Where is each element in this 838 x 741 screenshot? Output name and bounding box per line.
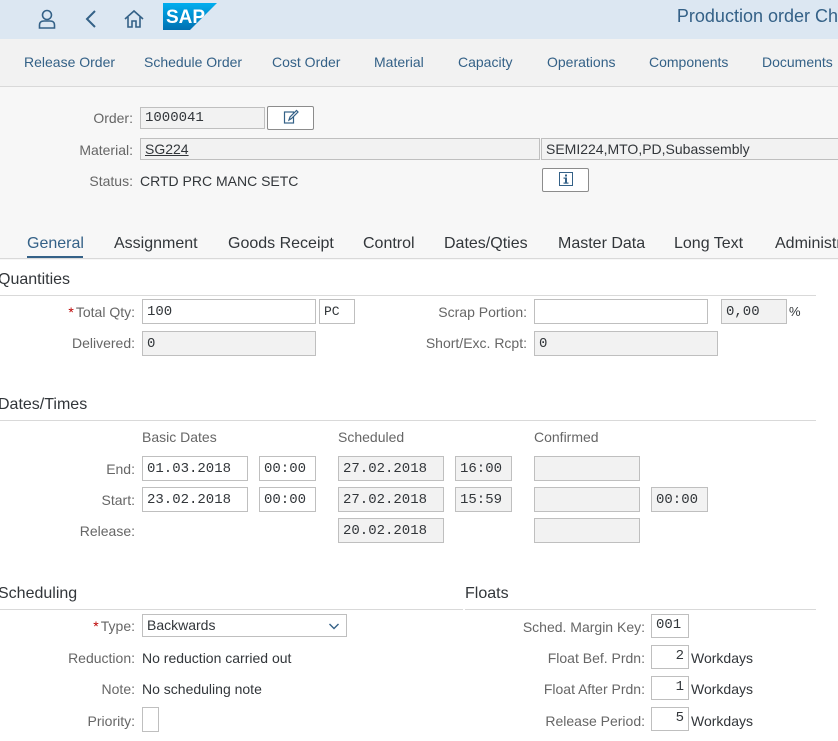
documents-button[interactable]: Documents (762, 54, 833, 70)
release-period-workdays-unit: Workdays (691, 713, 753, 729)
tab-bar-divider (0, 258, 838, 259)
float-bef-prdn-input[interactable]: 2 (651, 645, 689, 669)
start-scheduled-date-field: 27.02.2018 (338, 487, 444, 512)
scheduled-header: Scheduled (338, 429, 405, 445)
schedule-order-button[interactable]: Schedule Order (144, 54, 242, 70)
toolbar: Release Order Schedule Order Cost Order … (0, 39, 838, 87)
float-after-workdays-unit: Workdays (691, 681, 753, 697)
total-qty-input[interactable]: 100 (142, 299, 316, 324)
quantities-section-title: Quantities (0, 271, 71, 288)
sap-logo: SAP (163, 3, 217, 30)
scheduling-section-title: Scheduling (0, 585, 78, 602)
percent-sign: % (789, 304, 801, 319)
note-label: Note: (101, 681, 135, 697)
floats-divider (465, 609, 816, 610)
reduction-label: Reduction: (68, 650, 135, 666)
active-tab-indicator (27, 256, 83, 258)
basic-dates-header: Basic Dates (142, 429, 217, 445)
type-label: * Type: (93, 618, 135, 634)
status-label: Status: (89, 173, 133, 189)
edit-order-button[interactable] (267, 106, 314, 130)
tab-general[interactable]: General (27, 235, 84, 253)
order-field[interactable]: 1000041 (140, 107, 265, 129)
components-button[interactable]: Components (649, 54, 728, 70)
release-period-input[interactable]: 5 (651, 707, 689, 731)
tab-administration[interactable]: Administr (775, 235, 838, 253)
confirmed-header: Confirmed (534, 429, 599, 445)
float-bef-prdn-label: Float Bef. Prdn: (547, 650, 645, 666)
float-bef-workdays-unit: Workdays (691, 650, 753, 666)
short-exc-rcpt-label: Short/Exc. Rcpt: (425, 335, 527, 351)
tab-goods-receipt[interactable]: Goods Receipt (228, 235, 334, 253)
start-scheduled-time-field: 15:59 (455, 487, 512, 512)
material-field[interactable]: SG224 (140, 138, 540, 160)
note-value: No scheduling note (142, 681, 262, 697)
material-label: Material: (79, 142, 133, 158)
release-scheduled-date-field: 20.02.2018 (338, 518, 444, 543)
user-icon[interactable] (34, 6, 60, 32)
back-icon[interactable] (78, 6, 104, 32)
priority-input[interactable] (142, 707, 159, 732)
short-exc-rcpt-field: 0 (534, 331, 718, 356)
scrap-portion-label: Scrap Portion: (438, 304, 527, 320)
cost-order-button[interactable]: Cost Order (272, 54, 340, 70)
scrap-portion-input[interactable] (534, 299, 708, 324)
dates-section-title: Dates/Times (0, 396, 88, 413)
operations-button[interactable]: Operations (547, 54, 615, 70)
release-label: Release: (79, 523, 135, 539)
status-value: CRTD PRC MANC SETC (140, 173, 299, 189)
tab-assignment[interactable]: Assignment (114, 235, 198, 253)
sched-margin-key-input[interactable]: 001 (651, 614, 689, 638)
status-info-button[interactable] (542, 168, 589, 192)
end-confirmed-field (534, 456, 640, 481)
capacity-button[interactable]: Capacity (458, 54, 512, 70)
material-description-field: SEMI224,MTO,PD,Subassembly (541, 138, 838, 160)
float-after-prdn-label: Float After Prdn: (543, 681, 645, 697)
dates-divider (0, 420, 816, 421)
scrap-percent-field: 0,00 (721, 299, 787, 324)
app-title: Production order Ch (676, 6, 838, 26)
home-icon[interactable] (121, 6, 147, 32)
scheduling-type-select[interactable]: Backwards (142, 614, 347, 637)
end-scheduled-date-field: 27.02.2018 (338, 456, 444, 481)
svg-text:SAP: SAP (166, 7, 205, 28)
scheduling-divider (0, 609, 463, 610)
material-button[interactable]: Material (374, 54, 424, 70)
quantities-divider (0, 295, 816, 296)
start-confirmed-time-field: 00:00 (651, 487, 708, 512)
release-period-label: Release Period: (545, 713, 645, 729)
start-basic-date-input[interactable]: 23.02.2018 (142, 487, 248, 512)
float-after-prdn-input[interactable]: 1 (651, 676, 689, 700)
priority-label: Priority: (87, 713, 135, 729)
order-label: Order: (93, 110, 133, 126)
delivered-label: Delivered: (71, 335, 135, 351)
start-label: Start: (101, 492, 135, 508)
end-basic-date-input[interactable]: 01.03.2018 (142, 456, 248, 481)
delivered-field: 0 (142, 331, 316, 356)
scheduling-type-value: Backwards (147, 617, 216, 633)
end-basic-time-input[interactable]: 00:00 (259, 456, 316, 481)
total-qty-label: * Total Qty: (68, 304, 135, 320)
tab-control[interactable]: Control (363, 235, 415, 253)
start-basic-time-input[interactable]: 00:00 (259, 487, 316, 512)
reduction-value: No reduction carried out (142, 650, 292, 666)
end-label: End: (106, 461, 135, 477)
edit-icon (283, 109, 299, 128)
tab-master-data[interactable]: Master Data (558, 235, 645, 253)
start-confirmed-field (534, 487, 640, 512)
end-scheduled-time-field: 16:00 (455, 456, 512, 481)
info-icon (558, 171, 573, 189)
floats-section-title: Floats (465, 585, 509, 602)
total-qty-unit-input[interactable]: PC (319, 299, 355, 324)
tab-long-text[interactable]: Long Text (674, 235, 743, 253)
chevron-down-icon[interactable] (328, 619, 340, 635)
release-order-button[interactable]: Release Order (24, 54, 115, 70)
release-confirmed-field (534, 518, 640, 543)
sched-margin-key-label: Sched. Margin Key: (522, 619, 645, 635)
tab-dates-qties[interactable]: Dates/Qties (444, 235, 528, 253)
shell-bar: SAP Production order Ch (0, 0, 838, 39)
